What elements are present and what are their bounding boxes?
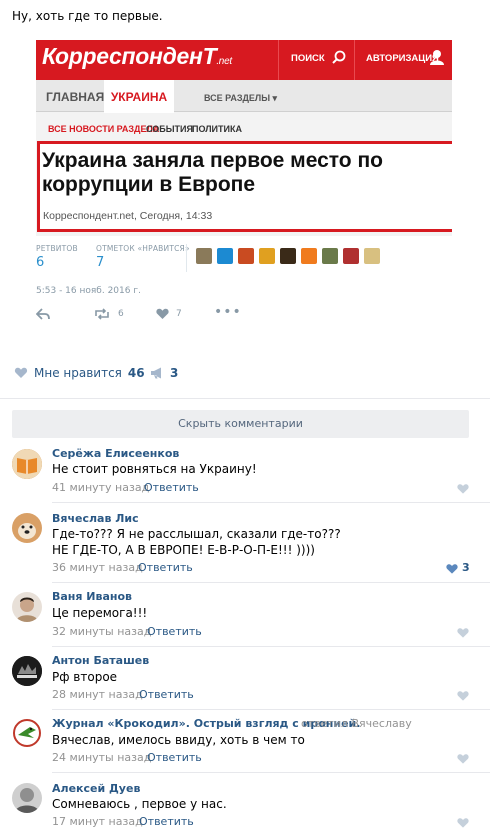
comment-text: Сомневаюсь , первое у нас. bbox=[52, 797, 227, 811]
reply-button[interactable]: Ответить bbox=[139, 688, 194, 701]
reply-button[interactable]: Ответить bbox=[139, 815, 194, 828]
person-avatar-icon bbox=[12, 592, 42, 622]
comment-heart-icon[interactable] bbox=[457, 753, 469, 765]
comment-heart-icon[interactable] bbox=[457, 817, 469, 829]
embed-nav-all-sections: ВСЕ РАЗДЕЛЫ ▾ bbox=[204, 93, 278, 103]
comment-separator bbox=[52, 646, 490, 647]
comment-heart-icon[interactable] bbox=[457, 483, 469, 495]
stats-separator bbox=[186, 244, 187, 272]
liker-avatar[interactable] bbox=[301, 248, 317, 264]
share-button[interactable]: 3 bbox=[150, 366, 178, 380]
liker-avatar[interactable] bbox=[280, 248, 296, 264]
more-dots-icon[interactable]: ••• bbox=[214, 304, 242, 320]
comment-time[interactable]: 28 минут назад bbox=[52, 688, 143, 701]
comment-author[interactable]: Антон Баташев bbox=[52, 654, 149, 667]
comment-text: Рф второе bbox=[52, 670, 118, 684]
like-button[interactable]: Мне нравится 46 bbox=[14, 366, 145, 380]
comment-author[interactable]: Журнал «Крокодил». Острый взгляд с ирони… bbox=[52, 717, 360, 730]
liker-avatar[interactable] bbox=[322, 248, 338, 264]
reply-to-label[interactable]: ответил Вячеславу bbox=[301, 717, 412, 730]
embedded-article-image[interactable]: КорреспонденТ.net ПОИСК АВТОРИЗАЦИЯ ГЛАВ… bbox=[36, 40, 452, 236]
comment-author[interactable]: Ваня Иванов bbox=[52, 590, 132, 603]
embed-subnav-politics: ПОЛИТИКА bbox=[192, 124, 242, 134]
comment-separator bbox=[52, 502, 490, 503]
avatar[interactable] bbox=[12, 718, 42, 748]
hide-comments-button[interactable]: Скрыть комментарии bbox=[12, 410, 469, 438]
like-label: Мне нравится bbox=[34, 366, 122, 380]
avatar[interactable] bbox=[12, 592, 42, 622]
divider bbox=[0, 398, 490, 399]
liker-avatar[interactable] bbox=[259, 248, 275, 264]
logo-avatar-icon bbox=[12, 656, 42, 686]
retweets-count[interactable]: 6 bbox=[36, 255, 44, 270]
embed-subnav-events: СОБЫТИЯ bbox=[146, 124, 193, 134]
embed-headline: Украина заняла первое место по коррупции… bbox=[42, 149, 383, 196]
comment-text: Це перемога!!! bbox=[52, 606, 148, 620]
liker-avatar[interactable] bbox=[364, 248, 380, 264]
share-count: 3 bbox=[170, 366, 179, 380]
comment-text-line-1: Где-то??? Я не расслышал, сказали где-то… bbox=[52, 527, 341, 541]
megaphone-icon bbox=[151, 367, 161, 379]
liker-avatars bbox=[196, 248, 380, 264]
liker-avatar[interactable] bbox=[217, 248, 233, 264]
liker-avatar[interactable] bbox=[343, 248, 359, 264]
post-text: Ну, хоть где то первые. bbox=[12, 9, 163, 23]
reply-button[interactable]: Ответить bbox=[144, 481, 199, 494]
embed-nav-home: ГЛАВНАЯ bbox=[46, 90, 105, 104]
retweets-label: РЕТВИТОВ bbox=[36, 244, 78, 253]
comment-author[interactable]: Вячеслав Лис bbox=[52, 512, 139, 525]
reply-button[interactable]: Ответить bbox=[138, 561, 193, 574]
book-avatar-icon bbox=[12, 449, 42, 479]
tweet-likes-label: ОТМЕТОК «НРАВИТСЯ» bbox=[96, 244, 190, 253]
embed-auth-label: АВТОРИЗАЦИЯ bbox=[366, 53, 439, 64]
reply-button[interactable]: Ответить bbox=[147, 625, 202, 638]
comment-time[interactable]: 32 минуты назад bbox=[52, 625, 151, 638]
comment-time[interactable]: 41 минуту назад bbox=[52, 481, 149, 494]
header-separator bbox=[278, 40, 279, 80]
comment-time[interactable]: 24 минуты назад bbox=[52, 751, 151, 764]
comment-time[interactable]: 17 минут назад bbox=[52, 815, 143, 828]
comment-separator bbox=[52, 772, 490, 773]
liker-avatar[interactable] bbox=[238, 248, 254, 264]
comment-separator bbox=[52, 582, 490, 583]
avatar[interactable] bbox=[12, 656, 42, 686]
embed-search-label: ПОИСК bbox=[291, 53, 325, 64]
reply-button[interactable]: Ответить bbox=[147, 751, 202, 764]
liker-avatar[interactable] bbox=[196, 248, 212, 264]
embed-source: Корреспондент.net, Сегодня, 14:33 bbox=[43, 210, 213, 222]
embed-nav-ukraine-active: УКРАИНА bbox=[104, 80, 174, 113]
comment-author[interactable]: Алексей Дуев bbox=[52, 782, 140, 795]
avatar[interactable] bbox=[12, 449, 42, 479]
avatar[interactable] bbox=[12, 513, 42, 543]
user-icon bbox=[430, 50, 444, 65]
comment-heart-icon[interactable] bbox=[446, 563, 458, 575]
comment-text: Вячеслав, имелось ввиду, хоть в чем то bbox=[52, 733, 305, 747]
comment-heart-icon[interactable] bbox=[457, 627, 469, 639]
avatar[interactable] bbox=[12, 783, 42, 813]
comment-text: Не стоит ровняться на Украину! bbox=[52, 462, 257, 476]
like-count: 46 bbox=[127, 366, 145, 380]
heart-icon bbox=[14, 367, 28, 378]
tweet-like-count: 7 bbox=[176, 309, 182, 319]
reply-arrow-icon[interactable] bbox=[36, 308, 50, 320]
embed-brand-logo: КорреспонденТ.net bbox=[42, 43, 232, 69]
tweet-date[interactable]: 5:53 - 16 нояб. 2016 г. bbox=[36, 286, 141, 296]
search-icon bbox=[332, 50, 346, 64]
dog-avatar-icon bbox=[12, 513, 42, 543]
embed-subnav-all-news: ВСЕ НОВОСТИ РАЗДЕЛА bbox=[48, 124, 160, 134]
header-separator bbox=[354, 40, 355, 80]
person-avatar-icon bbox=[12, 783, 42, 813]
comment-author[interactable]: Серёжа Елисеенков bbox=[52, 447, 179, 460]
retweet-icon[interactable] bbox=[94, 308, 110, 320]
comment-separator bbox=[52, 709, 490, 710]
comment-text-line-2: НЕ ГДЕ-ТО, А В ЕВРОПЕ! Е-В-Р-О-П-Е!!! ))… bbox=[52, 543, 315, 557]
comment-like-count: 3 bbox=[462, 561, 470, 574]
retweet-count: 6 bbox=[118, 309, 124, 319]
comment-time[interactable]: 36 минут назад bbox=[52, 561, 143, 574]
comment-heart-icon[interactable] bbox=[457, 690, 469, 702]
tweet-likes-count[interactable]: 7 bbox=[96, 255, 104, 270]
crocodile-avatar-icon bbox=[12, 718, 42, 748]
tweet-heart-icon[interactable] bbox=[156, 308, 169, 320]
